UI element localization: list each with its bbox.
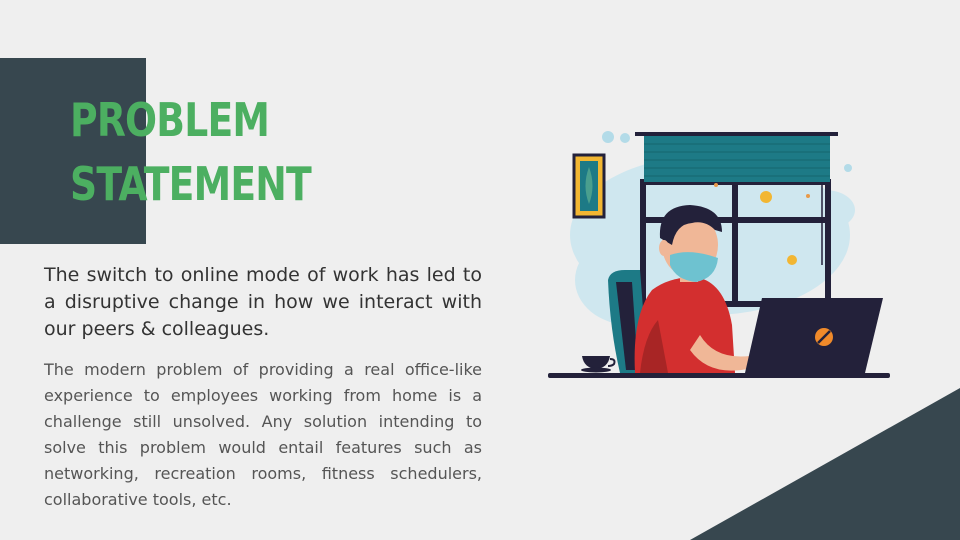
title-line-1: PROBLEM bbox=[70, 93, 270, 147]
lead-paragraph: The switch to online mode of work has le… bbox=[44, 264, 482, 340]
corner-accent-triangle bbox=[690, 388, 960, 540]
slide: PROBLEM STATEMENT The switch to online m… bbox=[0, 0, 960, 540]
person-working-on-laptop-illustration bbox=[548, 131, 890, 378]
slide-title: PROBLEM STATEMENT bbox=[70, 88, 312, 216]
title-line-2: STATEMENT bbox=[70, 157, 312, 211]
body-paragraph: The modern problem of providing a real o… bbox=[44, 360, 482, 509]
